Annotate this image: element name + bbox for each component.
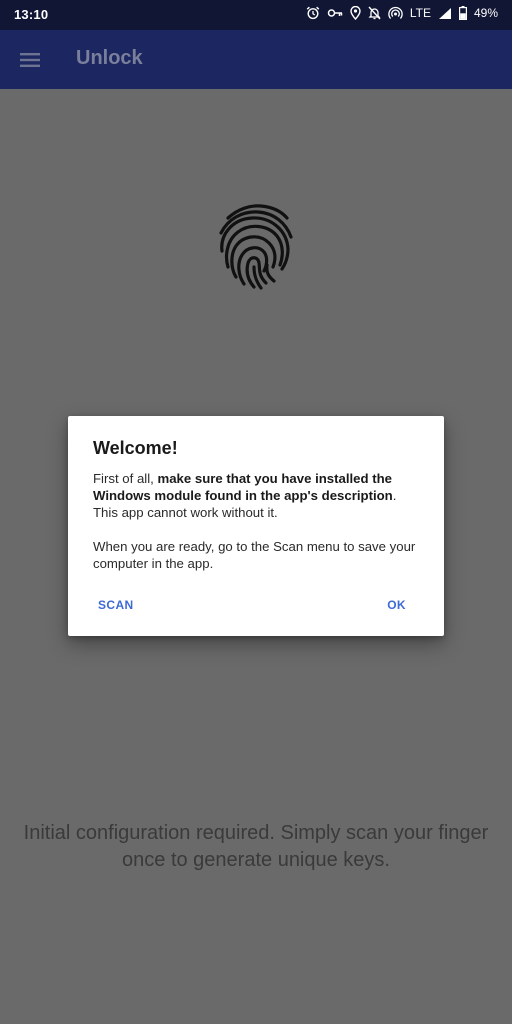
network-type: LTE bbox=[409, 6, 431, 20]
dialog-paragraph-1: First of all, make sure that you have in… bbox=[93, 470, 423, 521]
battery-icon bbox=[458, 6, 467, 20]
location-icon bbox=[350, 6, 361, 20]
dialog-text-start: First of all, bbox=[93, 471, 158, 486]
screen: 13:10 LTE 49% Unlock Initial configurati… bbox=[0, 0, 512, 1024]
battery-percent: 49% bbox=[473, 6, 498, 20]
hotspot-icon bbox=[388, 6, 403, 20]
signal-icon bbox=[438, 7, 452, 20]
alarm-icon bbox=[306, 6, 320, 20]
status-icons: LTE 49% bbox=[306, 6, 498, 20]
status-time: 13:10 bbox=[14, 7, 49, 22]
setup-message: Initial configuration required. Simply s… bbox=[23, 822, 489, 871]
dialog-paragraph-2: When you are ready, go to the Scan menu … bbox=[93, 539, 416, 571]
dialog-body: First of all, make sure that you have in… bbox=[93, 470, 423, 572]
welcome-dialog: Welcome! First of all, make sure that yo… bbox=[68, 416, 444, 636]
status-bar: 13:10 LTE 49% bbox=[0, 0, 512, 30]
dialog-title: Welcome! bbox=[93, 438, 178, 458]
fingerprint-icon[interactable] bbox=[214, 201, 298, 293]
ok-button[interactable]: OK bbox=[383, 596, 410, 614]
menu-icon bbox=[20, 53, 40, 67]
vpn-key-icon bbox=[327, 7, 343, 19]
menu-button[interactable] bbox=[16, 47, 44, 73]
scan-button[interactable]: SCAN bbox=[94, 596, 138, 614]
app-title: Unlock bbox=[76, 47, 143, 69]
notifications-off-icon bbox=[368, 6, 381, 20]
app-bar: Unlock bbox=[0, 30, 512, 89]
